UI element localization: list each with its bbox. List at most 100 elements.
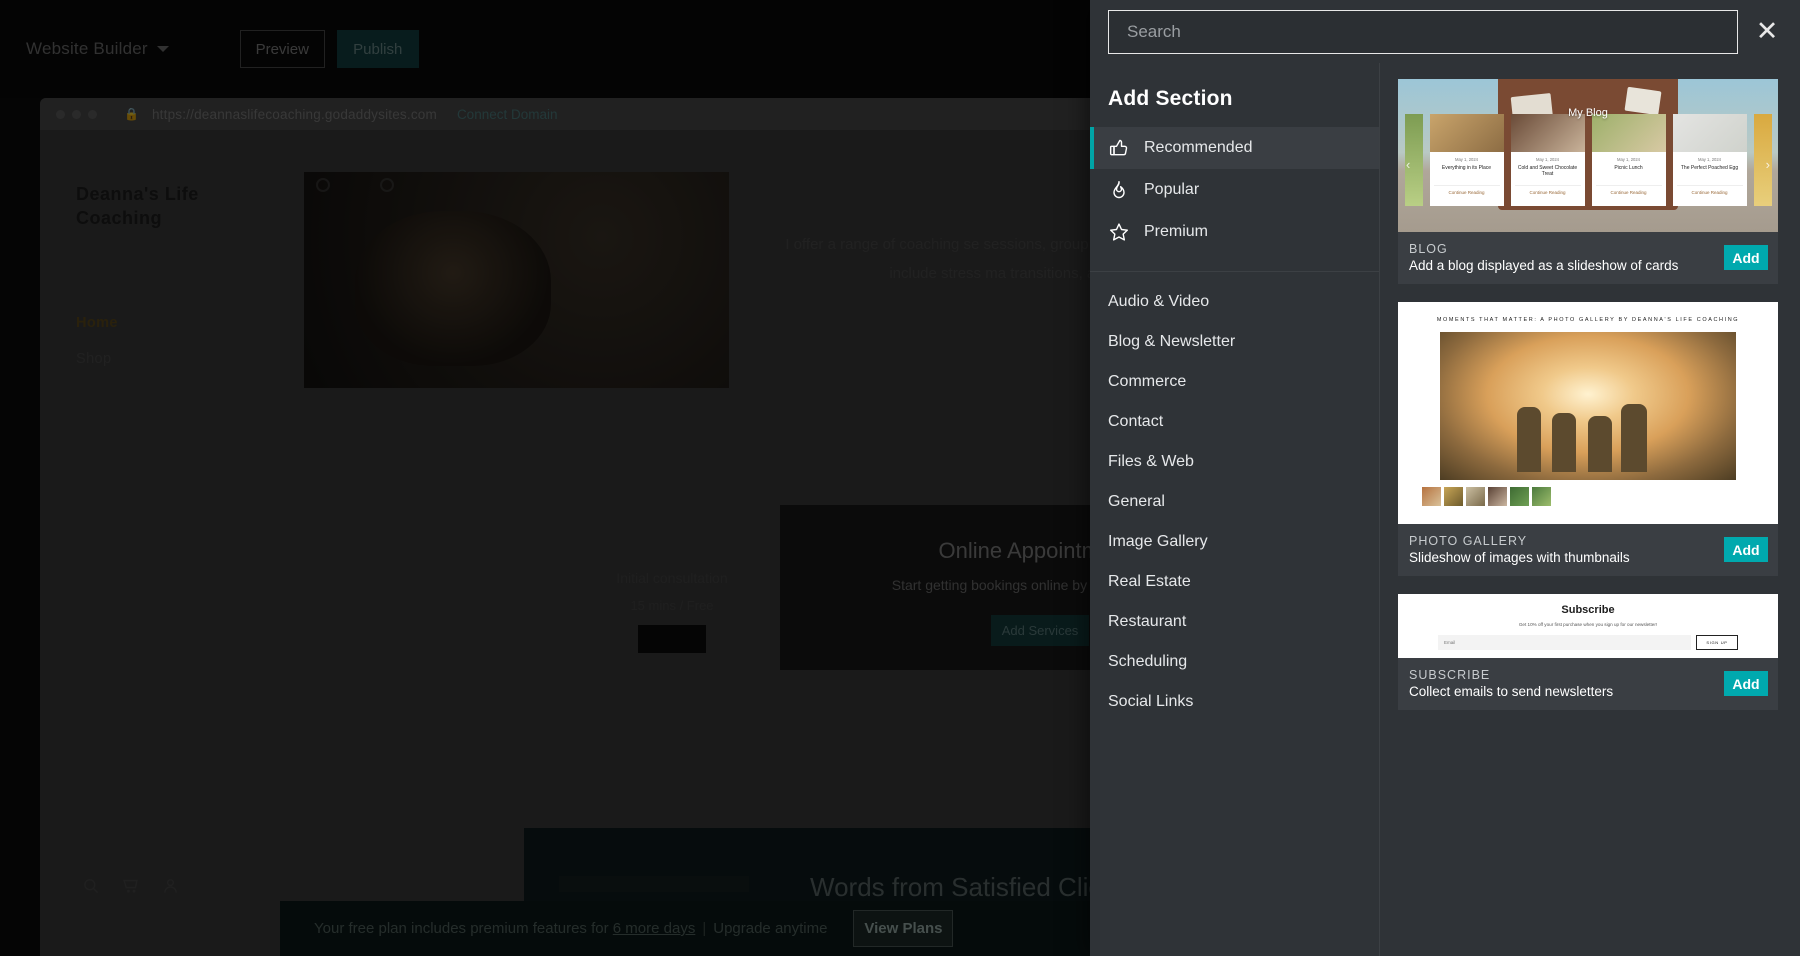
search-icon[interactable] <box>82 877 99 894</box>
add-photo-gallery-button[interactable]: Add <box>1724 537 1768 562</box>
subscribe-email-input[interactable]: Email <box>1438 635 1691 650</box>
filter-premium[interactable]: Premium <box>1090 211 1379 253</box>
thumbs-up-icon <box>1108 137 1130 159</box>
blog-post-image <box>1429 114 1504 152</box>
subscribe-card-kicker: SUBSCRIBE <box>1409 668 1491 682</box>
filter-premium-label: Premium <box>1144 223 1209 240</box>
site-nav-links: Home Shop <box>76 315 282 367</box>
category-real-estate[interactable]: Real Estate <box>1090 562 1379 602</box>
site-url: https://deannaslifecoaching.godaddysites… <box>151 106 437 122</box>
category-label: Audio & Video <box>1108 293 1210 310</box>
blog-prev-arrow-icon[interactable]: ‹ <box>1406 157 1410 172</box>
gallery-thumbnail[interactable] <box>1510 487 1529 506</box>
gallery-thumbnail[interactable] <box>1466 487 1485 506</box>
blog-post-title: Cold and Sweet Chocolate Treat <box>1517 165 1578 178</box>
search-input[interactable] <box>1127 21 1737 42</box>
blog-preview-title: My Blog <box>1568 107 1608 119</box>
consultation-book-button[interactable] <box>638 625 706 653</box>
filter-recommended-label: Recommended <box>1144 139 1253 156</box>
testimonials-heading: Words from Satisfied Clients <box>810 872 1138 902</box>
gallery-thumbnail[interactable] <box>1532 487 1551 506</box>
category-label: General <box>1108 493 1165 510</box>
blog-post-title: The Perfect Poached Egg <box>1680 165 1739 171</box>
gallery-preview-title: MOMENTS THAT MATTER: A PHOTO GALLERY BY … <box>1436 317 1740 323</box>
connect-domain-link[interactable]: Connect Domain <box>457 107 558 122</box>
gallery-thumbnail[interactable] <box>1444 487 1463 506</box>
section-card-subscribe[interactable]: Subscribe Get 10% off your first purchas… <box>1398 594 1778 710</box>
category-general[interactable]: General <box>1090 482 1379 522</box>
consultation-detail: 15 mins / Free <box>630 598 714 613</box>
blog-post-image <box>1672 114 1747 152</box>
subscribe-signup-button[interactable]: SIGN UP <box>1696 635 1738 650</box>
upgrade-anytime-text: Upgrade anytime <box>713 920 828 937</box>
blog-next-arrow-icon[interactable]: › <box>1766 157 1770 172</box>
hero-decor-icon-1 <box>316 178 330 192</box>
window-dot-red <box>56 109 65 119</box>
close-icon[interactable]: ✕ <box>1748 13 1786 51</box>
filter-recommended[interactable]: Recommended <box>1090 127 1379 169</box>
filter-popular[interactable]: Popular <box>1090 169 1379 211</box>
category-label: Commerce <box>1108 373 1187 390</box>
gallery-thumbnail[interactable] <box>1422 487 1441 506</box>
publish-button[interactable]: Publish <box>336 30 419 68</box>
gallery-preview: MOMENTS THAT MATTER: A PHOTO GALLERY BY … <box>1398 302 1778 524</box>
site-nav-item-shop[interactable]: Shop <box>76 351 282 367</box>
trial-days-link[interactable]: 6 more days <box>613 920 696 937</box>
gallery-thumbnail[interactable] <box>1488 487 1507 506</box>
upgrade-banner-text: Your free plan includes premium features… <box>314 920 827 937</box>
window-dot-green <box>88 109 97 119</box>
blog-post-cta: Continue Reading <box>1514 185 1581 195</box>
gallery-figure <box>1552 412 1577 472</box>
subscribe-card-description: Collect emails to send newsletters <box>1409 684 1614 699</box>
category-audio-video[interactable]: Audio & Video <box>1090 282 1379 322</box>
blog-post-title: Everything in its Place <box>1441 165 1492 171</box>
blog-post-cta: Continue Reading <box>1433 185 1500 195</box>
add-blog-button[interactable]: Add <box>1724 245 1768 270</box>
section-card-blog[interactable]: My Blog ‹ › May 1, 2024 Everything in it… <box>1398 79 1778 284</box>
cart-icon[interactable] <box>122 877 139 894</box>
gallery-thumbnails <box>1422 487 1754 506</box>
blog-post-card: May 1, 2024 Cold and Sweet Chocolate Tre… <box>1510 114 1585 206</box>
blog-post-title: Picnic Lunch <box>1614 165 1643 171</box>
category-scheduling[interactable]: Scheduling <box>1090 642 1379 682</box>
lock-icon: 🔒 <box>124 107 139 121</box>
section-card-photo-gallery[interactable]: MOMENTS THAT MATTER: A PHOTO GALLERY BY … <box>1398 302 1778 576</box>
blog-post-date: May 1, 2024 <box>1616 157 1641 162</box>
category-commerce[interactable]: Commerce <box>1090 362 1379 402</box>
blog-post-cta: Continue Reading <box>1676 185 1743 195</box>
category-blog-newsletter[interactable]: Blog & Newsletter <box>1090 322 1379 362</box>
category-label: Scheduling <box>1108 653 1188 670</box>
screen: Website Builder Preview Publish 🔒 https:… <box>0 0 1800 956</box>
category-label: Restaurant <box>1108 613 1187 630</box>
subscribe-preview-subtitle: Get 10% off your first purchase when you… <box>1518 622 1658 627</box>
blog-post-image <box>1510 114 1585 152</box>
flame-icon <box>1108 179 1130 201</box>
category-label: Contact <box>1108 413 1164 430</box>
category-label: Real Estate <box>1108 573 1191 590</box>
category-social-links[interactable]: Social Links <box>1090 682 1379 722</box>
category-files-web[interactable]: Files & Web <box>1090 442 1379 482</box>
subscribe-preview-title: Subscribe <box>1561 604 1615 616</box>
gallery-card-kicker: PHOTO GALLERY <box>1409 534 1528 548</box>
gallery-card-description: Slideshow of images with thumbnails <box>1409 550 1630 565</box>
blog-preview: My Blog ‹ › May 1, 2024 Everything in it… <box>1398 79 1778 232</box>
view-plans-button[interactable]: View Plans <box>853 910 954 947</box>
filter-popular-label: Popular <box>1144 181 1200 198</box>
category-contact[interactable]: Contact <box>1090 402 1379 442</box>
blog-post-card: May 1, 2024 The Perfect Poached Egg Cont… <box>1672 114 1747 206</box>
search-box[interactable] <box>1108 9 1738 54</box>
add-services-button[interactable]: Add Services <box>991 615 1089 646</box>
blog-post-date: May 1, 2024 <box>1535 157 1560 162</box>
category-restaurant[interactable]: Restaurant <box>1090 602 1379 642</box>
category-image-gallery[interactable]: Image Gallery <box>1090 522 1379 562</box>
consultation-name: Initial consultation <box>616 570 728 586</box>
account-icon[interactable] <box>162 877 179 894</box>
add-section-panel: ✕ Add Section Recommended Popular <box>1090 0 1800 956</box>
site-nav-item-home[interactable]: Home <box>76 315 282 331</box>
add-subscribe-button[interactable]: Add <box>1724 671 1768 696</box>
website-builder-menu[interactable]: Website Builder <box>26 39 169 59</box>
website-builder-menu-label: Website Builder <box>26 39 148 58</box>
subscribe-card-footer: SUBSCRIBE Collect emails to send newslet… <box>1398 658 1778 710</box>
site-nav: Deanna's Life Coaching Home Shop <box>40 130 282 956</box>
preview-button[interactable]: Preview <box>239 30 325 68</box>
